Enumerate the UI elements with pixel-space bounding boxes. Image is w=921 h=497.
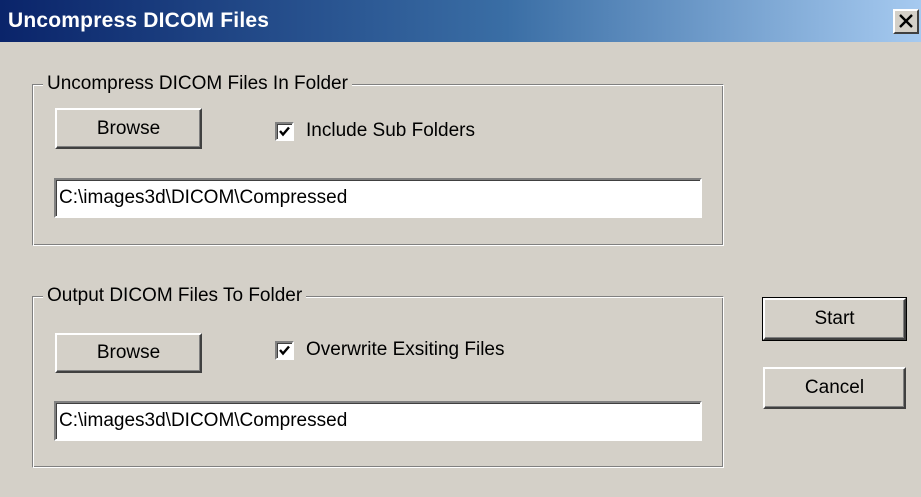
overwrite-files-option[interactable]: Overwrite Exsiting Files [275, 339, 505, 361]
output-folder-path-field[interactable] [54, 401, 702, 441]
checkmark-icon [279, 126, 290, 136]
include-subfolders-checkbox[interactable] [275, 121, 294, 141]
checkmark-icon [279, 345, 290, 355]
start-button[interactable]: Start [762, 297, 907, 341]
dialog-window: Uncompress DICOM Files Uncompress DICOM … [0, 0, 921, 497]
input-group-legend: Uncompress DICOM Files In Folder [43, 72, 352, 96]
overwrite-files-label: Overwrite Exsiting Files [306, 339, 505, 360]
input-browse-button[interactable]: Browse [55, 108, 202, 149]
include-subfolders-option[interactable]: Include Sub Folders [275, 120, 475, 142]
output-folder-group: Output DICOM Files To Folder Browse Over… [32, 284, 724, 468]
dialog-title: Uncompress DICOM Files [8, 9, 270, 32]
output-browse-button[interactable]: Browse [55, 333, 202, 373]
input-folder-path-field[interactable] [54, 178, 702, 218]
title-bar[interactable]: Uncompress DICOM Files [0, 0, 921, 42]
overwrite-files-checkbox[interactable] [275, 340, 294, 360]
input-folder-group: Uncompress DICOM Files In Folder Browse … [32, 72, 724, 246]
close-icon [899, 14, 913, 28]
close-button[interactable] [893, 9, 919, 34]
include-subfolders-label: Include Sub Folders [306, 120, 475, 141]
cancel-button[interactable]: Cancel [763, 367, 906, 409]
output-group-legend: Output DICOM Files To Folder [43, 284, 307, 308]
